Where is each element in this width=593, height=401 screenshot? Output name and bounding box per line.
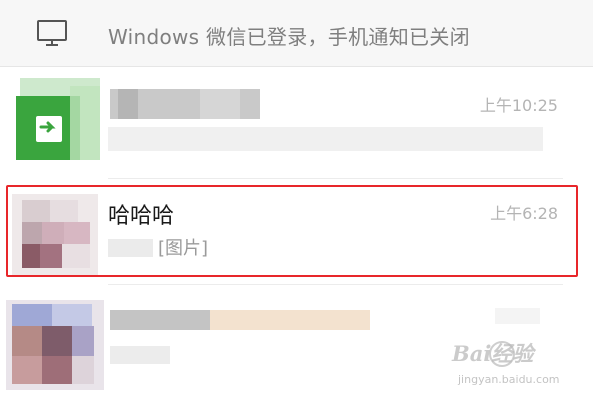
blur-block <box>210 310 370 330</box>
chat-time: 上午10:25 <box>479 96 558 115</box>
chat-name: 哈哈哈 <box>108 204 175 229</box>
chat-time: 上午6:28 <box>490 204 558 223</box>
blur-block <box>200 89 240 119</box>
blurred-preview <box>108 127 543 151</box>
file-transfer-avatar <box>12 78 110 160</box>
chat-list-item[interactable]: 上午10:25 <box>0 67 593 177</box>
divider <box>108 178 563 179</box>
chat-list-item[interactable]: 哈哈哈 [图片] 上午6:28 <box>0 180 593 280</box>
divider <box>108 284 563 285</box>
contact-avatar <box>6 300 104 390</box>
login-status-banner[interactable]: Windows 微信已登录，手机通知已关闭 <box>0 0 593 67</box>
watermark-brand: Bai经验 <box>452 341 534 366</box>
blurred-sender <box>108 239 153 257</box>
watermark-url: jingyan.baidu.com <box>458 373 560 386</box>
blurred-name <box>110 310 210 330</box>
blurred-time <box>495 308 540 324</box>
login-status-text: Windows 微信已登录，手机通知已关闭 <box>108 25 470 49</box>
contact-avatar <box>12 194 98 276</box>
blur-block <box>118 89 138 119</box>
blurred-preview <box>110 346 170 364</box>
monitor-icon <box>37 20 67 46</box>
chat-preview: [图片] <box>158 238 209 259</box>
